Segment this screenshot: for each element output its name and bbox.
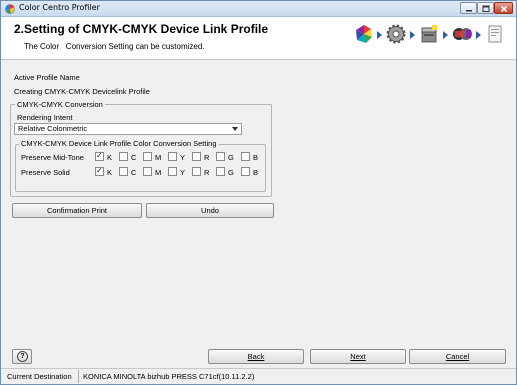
help-icon: ? — [17, 351, 28, 362]
midtone-m-checkbox[interactable] — [143, 152, 152, 161]
midtone-r-checkbox[interactable] — [192, 152, 201, 161]
page-subtitle: The Color Conversion Setting can be cust… — [24, 42, 205, 51]
step-arrow-icon — [377, 31, 382, 39]
next-button[interactable]: Next — [310, 349, 406, 364]
midtone-g-checkbox[interactable] — [216, 152, 225, 161]
solid-r-label: R — [204, 168, 210, 177]
cancel-button-label: Cancel — [445, 352, 470, 361]
minimize-button[interactable] — [460, 2, 477, 14]
cancel-button[interactable]: Cancel — [409, 349, 506, 364]
main-window: Color Centro Profiler 2.Setting of CMYK-… — [0, 0, 517, 385]
midtone-b-label: B — [253, 153, 259, 162]
step-arrow-icon — [410, 31, 415, 39]
conversion-legend: CMYK-CMYK Conversion — [15, 100, 105, 109]
solid-y-label: Y — [180, 168, 186, 177]
solid-g-label: G — [228, 168, 234, 177]
title-bar: Color Centro Profiler — [1, 1, 516, 17]
link-profile-icon — [453, 28, 472, 40]
solid-m-label: M — [155, 168, 162, 177]
midtone-c-checkbox[interactable] — [119, 152, 128, 161]
wizard-steps — [353, 23, 508, 49]
preserve-midtone-label: Preserve Mid-Tone — [21, 153, 84, 162]
wizard-header: 2.Setting of CMYK-CMYK Device Link Profi… — [1, 17, 516, 60]
midtone-m-label: M — [155, 153, 162, 162]
solid-m-checkbox[interactable] — [143, 167, 152, 176]
close-button[interactable] — [494, 2, 513, 14]
solid-y-checkbox[interactable] — [168, 167, 177, 176]
maximize-button[interactable] — [477, 2, 494, 14]
chevron-down-icon — [232, 127, 238, 131]
confirmation-print-button[interactable]: Confirmation Print — [12, 203, 142, 218]
undo-button[interactable]: Undo — [146, 203, 274, 218]
window-title: Color Centro Profiler — [19, 3, 100, 12]
midtone-y-checkbox[interactable] — [168, 152, 177, 161]
gear-icon — [386, 24, 406, 44]
midtone-r-label: R — [204, 153, 210, 162]
next-button-label: Next — [350, 352, 366, 361]
rendering-intent-label: Rendering Intent — [17, 113, 73, 122]
solid-b-label: B — [253, 168, 259, 177]
close-icon — [500, 5, 507, 13]
help-button[interactable]: ? — [12, 349, 32, 364]
back-button[interactable]: Back — [208, 349, 304, 364]
midtone-k-label: K — [107, 153, 113, 162]
printer-icon — [421, 25, 437, 43]
solid-k-checkbox[interactable] — [95, 166, 104, 176]
step-arrow-icon — [443, 31, 448, 39]
solid-c-label: C — [131, 168, 137, 177]
solid-r-checkbox[interactable] — [192, 167, 201, 176]
active-profile-name: Creating CMYK-CMYK Devicelink Profile — [14, 87, 150, 96]
preserve-solid-label: Preserve Solid — [21, 168, 70, 177]
status-bar: Current Destination KONICA MINOLTA bizhu… — [1, 368, 516, 384]
midtone-c-label: C — [131, 153, 137, 162]
active-profile-label: Active Profile Name — [14, 73, 80, 82]
rendering-intent-select[interactable]: Relative Colorimetric — [14, 123, 242, 135]
page-title: 2.Setting of CMYK-CMYK Device Link Profi… — [14, 22, 269, 36]
current-destination-value: KONICA MINOLTA bizhub PRESS C71cf(10.11.… — [83, 372, 255, 381]
document-icon — [488, 25, 502, 43]
app-icon — [5, 4, 15, 14]
rendering-intent-value: Relative Colorimetric — [18, 124, 88, 133]
midtone-y-label: Y — [180, 153, 186, 162]
solid-c-checkbox[interactable] — [119, 167, 128, 176]
solid-g-checkbox[interactable] — [216, 167, 225, 176]
solid-k-label: K — [107, 168, 113, 177]
back-button-label: Back — [247, 352, 265, 361]
status-divider — [78, 370, 79, 383]
maximize-icon — [482, 5, 489, 12]
minimize-icon — [465, 10, 472, 12]
midtone-g-label: G — [228, 153, 234, 162]
step-arrow-icon — [476, 31, 481, 39]
midtone-b-checkbox[interactable] — [241, 152, 250, 161]
solid-b-checkbox[interactable] — [241, 167, 250, 176]
color-wheel-icon — [356, 25, 372, 43]
current-destination-label: Current Destination — [7, 372, 72, 381]
device-link-legend: CMYK-CMYK Device Link Profile Color Conv… — [19, 139, 219, 148]
midtone-k-checkbox[interactable] — [95, 151, 104, 161]
